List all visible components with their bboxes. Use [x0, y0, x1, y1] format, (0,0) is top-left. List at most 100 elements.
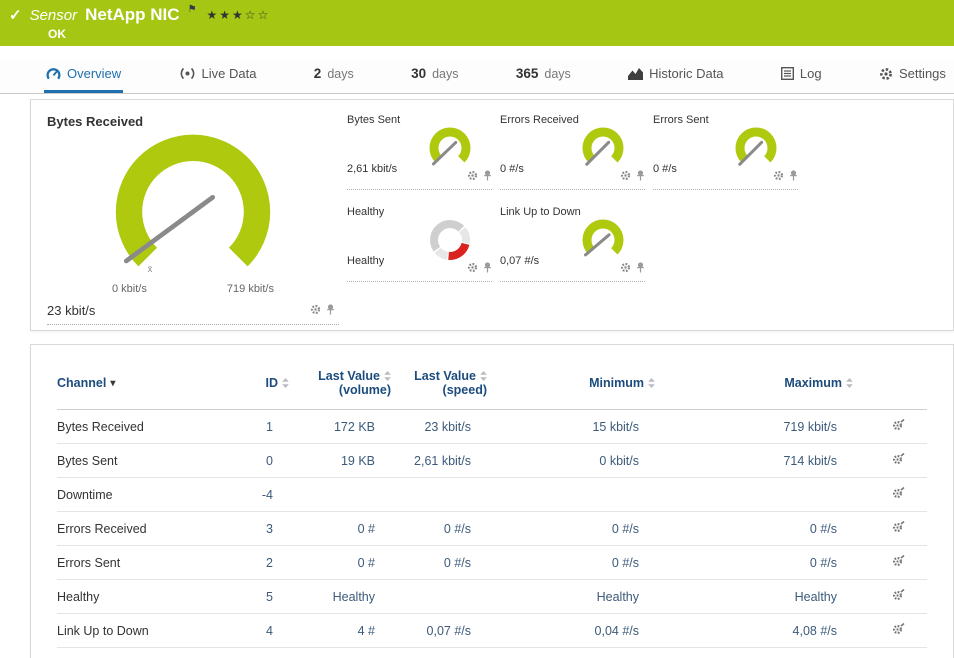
column-header-id[interactable]: ID — [227, 361, 289, 410]
mini-gauge-errors-received: Errors Received 0 #/s — [500, 114, 645, 190]
channel-settings-gear-icon[interactable] — [892, 487, 905, 502]
gauge-scale-min: 0 kbit/s — [112, 283, 147, 295]
sensor-status-bar: ✓ Sensor NetApp NIC ⚑ ★★★☆☆ OK — [0, 0, 954, 46]
table-row: Healthy 5 Healthy Healthy Healthy — [57, 580, 927, 614]
channel-name: Downtime — [57, 478, 227, 512]
sort-toggle-icon — [846, 378, 853, 388]
mini-gauge-bytes-sent: Bytes Sent 2,61 kbit/s — [347, 114, 492, 190]
gauge-pin-icon[interactable] — [789, 168, 798, 186]
channel-settings-gear-icon[interactable] — [892, 453, 905, 468]
gauge-current-value: 0 #/s — [500, 163, 524, 175]
maximum-value: 4,08 #/s — [655, 614, 853, 648]
channel-settings-gear-icon[interactable] — [892, 623, 905, 638]
maximum-value: 714 kbit/s — [655, 444, 853, 478]
last-value-volume: 172 KB — [289, 410, 391, 444]
tab-historic-data[interactable]: Historic Data — [626, 59, 725, 93]
status-badge: OK — [48, 27, 954, 41]
table-row: Downtime -4 — [57, 478, 927, 512]
tab-log[interactable]: Log — [779, 59, 824, 93]
channel-id: 3 — [227, 512, 289, 546]
priority-star-rating[interactable]: ★★★☆☆ — [207, 8, 271, 22]
gauge-title: Bytes Received — [47, 110, 339, 129]
gauge-settings-gear-icon[interactable] — [620, 168, 631, 186]
channel-settings-gear-icon[interactable] — [892, 521, 905, 536]
tab-settings[interactable]: Settings — [877, 59, 948, 93]
channel-settings-gear-icon[interactable] — [892, 419, 905, 434]
last-value-volume — [289, 478, 391, 512]
gauge-settings-gear-icon[interactable] — [310, 303, 321, 318]
last-value-speed: 0,07 #/s — [391, 614, 487, 648]
channel-name: Healthy — [57, 580, 227, 614]
table-row: Bytes Sent 0 19 KB 2,61 kbit/s 0 kbit/s … — [57, 444, 927, 478]
gauge-current-value: 2,61 kbit/s — [347, 163, 397, 175]
gauge-settings-gear-icon[interactable] — [773, 168, 784, 186]
gauge-settings-gear-icon[interactable] — [467, 168, 478, 186]
tab-label: days — [432, 67, 458, 81]
sort-toggle-icon — [480, 371, 487, 381]
healthy-ring-gauge — [420, 210, 482, 266]
gauge-pin-icon[interactable] — [636, 168, 645, 186]
mini-gauge-healthy: Healthy Healthy — [347, 206, 492, 282]
tab-label: days — [544, 67, 570, 81]
column-label: ID — [266, 376, 279, 390]
channel-table-panel: Channel▾ ID Last Value (volume) Last Val… — [30, 344, 954, 658]
sort-toggle-icon — [384, 371, 391, 381]
column-header-last-value-volume[interactable]: Last Value (volume) — [289, 361, 391, 410]
maximum-value: Healthy — [655, 580, 853, 614]
channel-id: 1 — [227, 410, 289, 444]
tab-label: Settings — [899, 66, 946, 81]
channel-id: 4 — [227, 614, 289, 648]
column-header-actions — [853, 361, 927, 410]
gauge-settings-gear-icon[interactable] — [467, 260, 478, 278]
tab-2-days[interactable]: 2 days — [312, 59, 356, 93]
bytes-sent-gauge — [420, 118, 482, 174]
tab-overview[interactable]: Overview — [44, 59, 123, 93]
tab-label: Live Data — [202, 66, 257, 81]
channel-id: 0 — [227, 444, 289, 478]
minimum-value: 0 kbit/s — [487, 444, 655, 478]
channel-settings-gear-icon[interactable] — [892, 589, 905, 604]
column-label: Minimum — [589, 376, 644, 390]
bytes-received-gauge: x̄ — [94, 129, 292, 289]
column-header-channel[interactable]: Channel▾ — [57, 361, 227, 410]
sort-descending-icon: ▾ — [110, 378, 115, 389]
column-header-minimum[interactable]: Minimum — [487, 361, 655, 410]
pause-flag-icon: ⚑ — [188, 4, 197, 15]
channel-name: Bytes Received — [57, 410, 227, 444]
tab-number: 365 — [516, 66, 539, 81]
minimum-value: 15 kbit/s — [487, 410, 655, 444]
live-data-broadcast-icon — [179, 67, 196, 80]
tab-number: 30 — [411, 66, 426, 81]
sensor-type-label: Sensor — [30, 7, 78, 24]
channel-name: Errors Sent — [57, 546, 227, 580]
column-header-maximum[interactable]: Maximum — [655, 361, 853, 410]
channel-settings-gear-icon[interactable] — [892, 555, 905, 570]
gauge-settings-gear-icon[interactable] — [620, 260, 631, 278]
last-value-volume: 0 # — [289, 546, 391, 580]
table-row: Errors Sent 2 0 # 0 #/s 0 #/s 0 #/s — [57, 546, 927, 580]
gauge-pin-icon[interactable] — [483, 168, 492, 186]
tab-365-days[interactable]: 365 days — [514, 59, 573, 93]
sort-toggle-icon — [648, 378, 655, 388]
gauge-current-value: 23 kbit/s — [47, 303, 95, 318]
gauge-pin-icon[interactable] — [483, 260, 492, 278]
channel-id: -4 — [227, 478, 289, 512]
last-value-volume: 19 KB — [289, 444, 391, 478]
last-value-speed — [391, 580, 487, 614]
maximum-value — [655, 478, 853, 512]
tab-live-data[interactable]: Live Data — [177, 59, 259, 93]
minimum-value: 0 #/s — [487, 512, 655, 546]
channel-name: Link Up to Down — [57, 614, 227, 648]
tab-bar: Overview Live Data 2 days 30 days 365 da… — [0, 59, 954, 94]
table-row: Errors Received 3 0 # 0 #/s 0 #/s 0 #/s — [57, 512, 927, 546]
column-sublabel: (volume) — [289, 383, 391, 397]
last-value-volume: 4 # — [289, 614, 391, 648]
gauge-pin-icon[interactable] — [636, 260, 645, 278]
mini-gauge-link-up-to-down: Link Up to Down 0,07 #/s — [500, 206, 645, 282]
gauge-pin-icon[interactable] — [326, 303, 335, 318]
tab-30-days[interactable]: 30 days — [409, 59, 460, 93]
channel-table: Channel▾ ID Last Value (volume) Last Val… — [57, 361, 927, 648]
column-header-last-value-speed[interactable]: Last Value (speed) — [391, 361, 487, 410]
table-row: Bytes Received 1 172 KB 23 kbit/s 15 kbi… — [57, 410, 927, 444]
last-value-speed — [391, 478, 487, 512]
